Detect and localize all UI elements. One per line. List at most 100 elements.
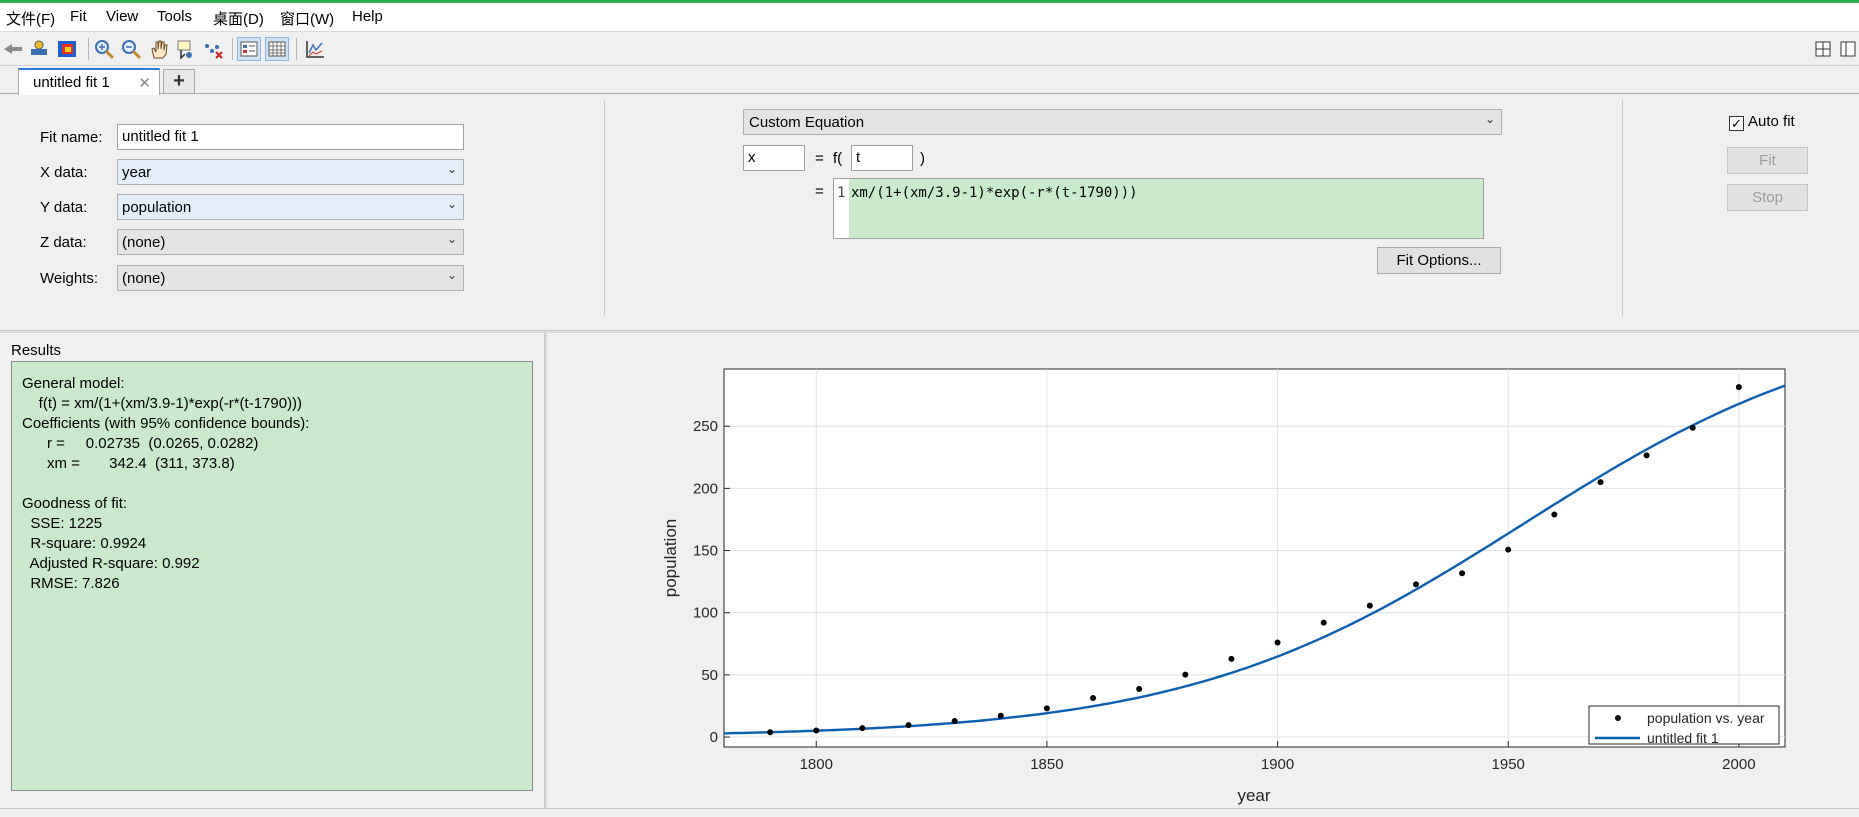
colormap-icon[interactable]: [55, 37, 79, 61]
data-point: [767, 729, 774, 736]
weights-label: Weights:: [40, 270, 99, 287]
weights-select[interactable]: (none) ⌄: [117, 265, 464, 291]
split-layout-icon[interactable]: [1836, 37, 1859, 61]
data-point: [1412, 581, 1419, 588]
menu-help[interactable]: Help: [352, 8, 383, 25]
fit-name-input[interactable]: untitled fit 1: [117, 124, 464, 150]
data-point: [1597, 479, 1604, 486]
pan-icon[interactable]: [147, 37, 171, 61]
chevron-down-icon: ⌄: [446, 232, 457, 246]
data-point: [1136, 686, 1143, 693]
auto-fit-checkbox[interactable]: ✓ Auto fit: [1729, 113, 1795, 131]
equals-sign: =: [815, 150, 824, 167]
fit-options-button[interactable]: Fit Options...: [1377, 247, 1501, 274]
data-point: [1274, 639, 1281, 646]
x-data-value: year: [122, 164, 152, 181]
data-point: [1459, 570, 1466, 577]
legend-toggle-icon[interactable]: [237, 37, 261, 61]
data-cursor-icon[interactable]: [27, 37, 51, 61]
equation-editor[interactable]: 1 xm/(1+(xm/3.9-1)*exp(-r*(t-1790))): [833, 178, 1484, 239]
document-tab-strip: untitled fit 1 ✕ +: [0, 66, 1859, 95]
menu-tools[interactable]: Tools: [157, 8, 192, 25]
add-tab-button[interactable]: +: [163, 69, 195, 94]
data-point: [813, 727, 820, 734]
data-point: [997, 712, 1004, 719]
x-tick-label: 1800: [800, 756, 833, 773]
panel-divider: [604, 100, 605, 316]
equals-sign-2: =: [815, 183, 824, 200]
chevron-down-icon: ⌄: [446, 197, 457, 211]
fit-type-select[interactable]: Custom Equation ⌄: [743, 109, 1502, 135]
equation-expression[interactable]: xm/(1+(xm/3.9-1)*exp(-r*(t-1790))): [849, 179, 1483, 238]
data-point: [859, 725, 866, 732]
checkbox-check-icon: ✓: [1729, 116, 1744, 131]
zoom-out-icon[interactable]: [119, 37, 143, 61]
data-point: [1689, 424, 1696, 431]
data-tip-icon[interactable]: [174, 37, 198, 61]
line-number: 1: [837, 185, 846, 201]
results-title: Results: [11, 342, 62, 359]
x-tick-label: 1950: [1492, 756, 1525, 773]
fit-plot[interactable]: 1800 1850 1900 1950 2000 0 50 100 150 200 250 yea…: [548, 333, 1859, 808]
y-axis-label: population: [661, 519, 680, 597]
menu-window[interactable]: 窗口(W): [280, 8, 334, 29]
x-tick-label: 1900: [1261, 756, 1294, 773]
data-point: [1735, 384, 1742, 391]
fit-type-value: Custom Equation: [749, 114, 865, 131]
exclude-outliers-icon[interactable]: [201, 37, 225, 61]
close-icon[interactable]: ✕: [138, 74, 151, 92]
z-data-select[interactable]: (none) ⌄: [117, 229, 464, 255]
menu-bar: 文件(F) Fit View Tools 桌面(D) 窗口(W) Help: [0, 3, 1859, 32]
toolbar-separator: [88, 38, 89, 60]
data-point: [1182, 671, 1189, 678]
plot-panel: 1800 1850 1900 1950 2000 0 50 100 150 200 250 yea…: [548, 333, 1859, 808]
residuals-plot-icon[interactable]: [303, 37, 327, 61]
function-close: ): [920, 150, 925, 167]
stop-button[interactable]: Stop: [1727, 184, 1808, 211]
grid-toggle-icon[interactable]: [265, 37, 289, 61]
x-axis-label: year: [1237, 786, 1270, 805]
tab-label: untitled fit 1: [33, 74, 110, 91]
toolbar-separator: [296, 38, 297, 60]
toolbar-separator: [232, 38, 233, 60]
independent-variable-input[interactable]: t: [851, 145, 913, 171]
legend[interactable]: population vs. year untitled fit 1: [1588, 705, 1780, 746]
tile-layout-icon[interactable]: [1811, 37, 1835, 61]
zoom-in-icon[interactable]: [92, 37, 116, 61]
data-point: [1366, 602, 1373, 609]
y-tick-label: 50: [701, 667, 718, 684]
data-point: [1090, 695, 1097, 702]
y-tick-label: 100: [693, 605, 718, 622]
z-data-value: (none): [122, 234, 166, 251]
x-tick-label: 2000: [1722, 756, 1755, 773]
data-point: [1551, 511, 1558, 518]
status-bar: [0, 808, 1859, 817]
data-point: [1228, 655, 1235, 662]
data-point: [951, 718, 958, 725]
dependent-variable-input[interactable]: x: [743, 145, 805, 171]
legend-marker-points: [1615, 715, 1621, 721]
chevron-down-icon: ⌄: [1484, 112, 1495, 126]
tab-untitled-fit-1[interactable]: untitled fit 1 ✕: [18, 68, 160, 95]
menu-view[interactable]: View: [106, 8, 138, 25]
vertical-splitter[interactable]: [544, 333, 547, 808]
data-point: [905, 722, 912, 729]
x-data-select[interactable]: year ⌄: [117, 159, 464, 185]
menu-file[interactable]: 文件(F): [6, 8, 55, 29]
data-point: [1505, 546, 1512, 553]
results-text: General model: f(t) = xm/(1+(xm/3.9-1)*e…: [11, 361, 533, 791]
y-tick-labels: 0 50 100 150 200 250: [693, 418, 718, 746]
chevron-down-icon: ⌄: [446, 268, 457, 282]
back-arrow-icon[interactable]: [1, 37, 25, 61]
menu-desktop[interactable]: 桌面(D): [213, 8, 264, 29]
z-data-label: Z data:: [40, 234, 87, 251]
legend-label-fit: untitled fit 1: [1647, 730, 1719, 746]
function-open: f(: [833, 150, 843, 167]
x-tick-labels: 1800 1850 1900 1950 2000: [800, 756, 1756, 773]
fit-button[interactable]: Fit: [1727, 147, 1808, 174]
toolbar: [0, 32, 1859, 66]
data-point: [1643, 452, 1650, 459]
y-data-select[interactable]: population ⌄: [117, 194, 464, 220]
menu-fit[interactable]: Fit: [70, 8, 87, 25]
data-point: [1043, 705, 1050, 712]
